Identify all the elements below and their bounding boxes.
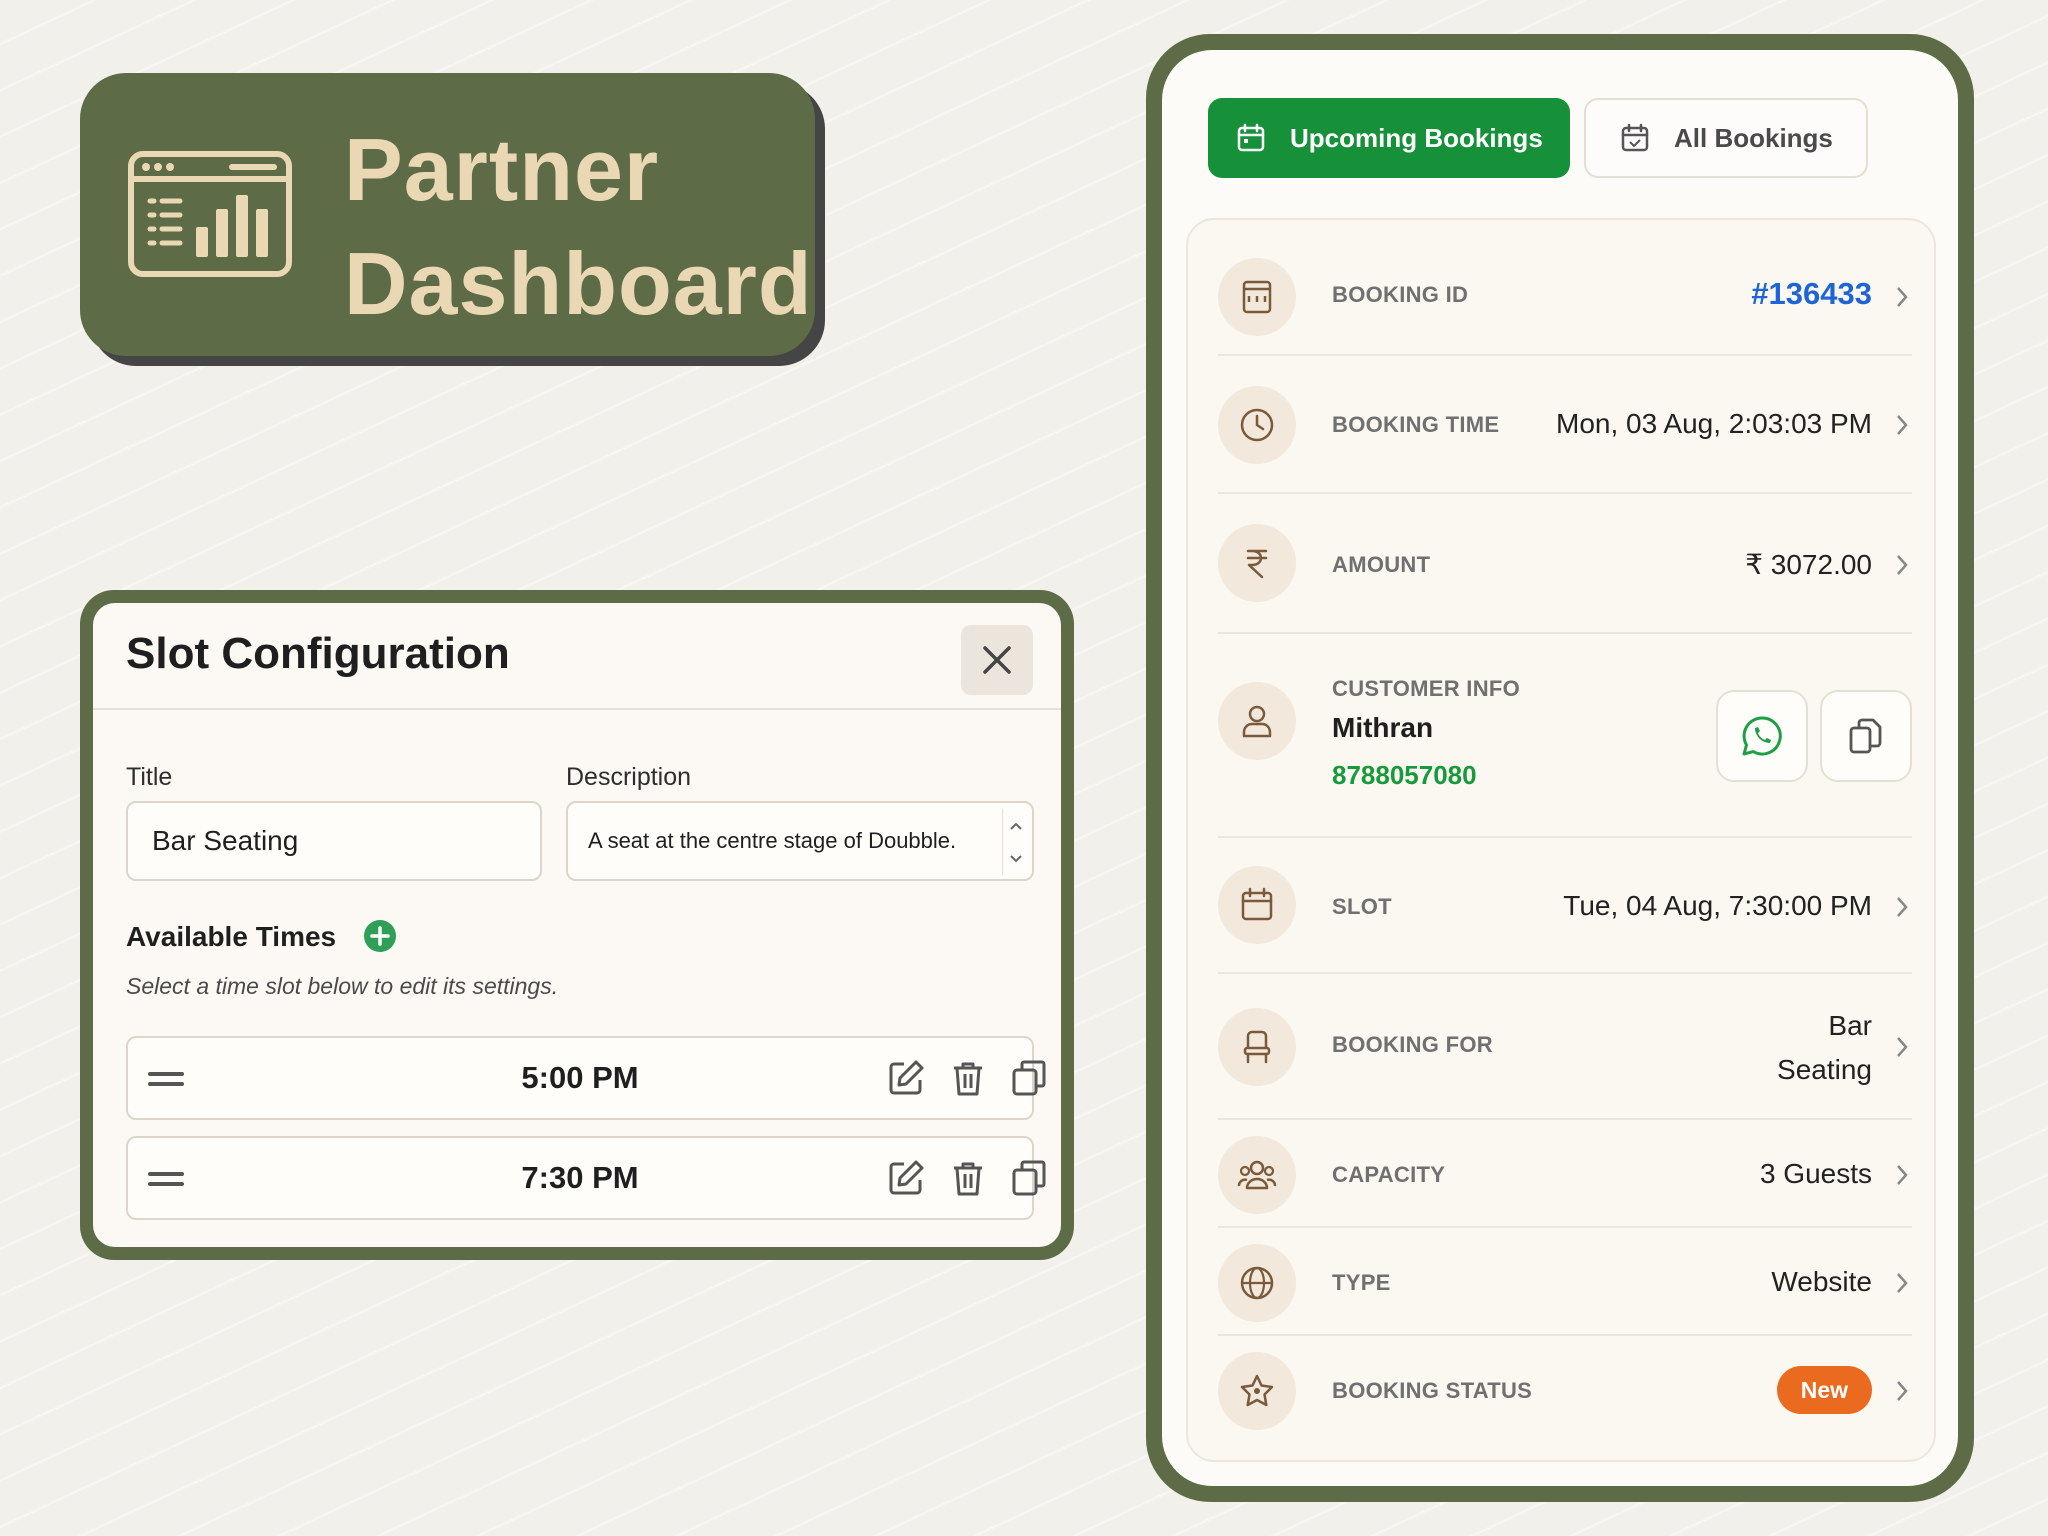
close-icon — [983, 646, 1011, 674]
textarea-scroll-arrows[interactable] — [1002, 809, 1028, 875]
add-time-button[interactable] — [363, 919, 397, 953]
clock-icon — [1218, 386, 1296, 464]
delete-icon[interactable] — [948, 1058, 988, 1098]
available-times-hint: Select a time slot below to edit its set… — [126, 973, 559, 999]
title-input-value: Bar Seating — [152, 825, 299, 856]
dialog-title: Slot Configuration — [126, 629, 510, 678]
chevron-right-icon — [1897, 1273, 1908, 1293]
dashboard-title-card: Partner Dashboard — [80, 73, 815, 356]
slot-value: Tue, 04 Aug, 7:30:00 PM — [1563, 890, 1872, 921]
dashboard-chart-icon — [128, 151, 292, 277]
tab-all-label: All Bookings — [1674, 122, 1833, 153]
calendar-icon — [1218, 866, 1296, 944]
duplicate-icon[interactable] — [1010, 1158, 1050, 1198]
booking-id-label: BOOKING ID — [1332, 282, 1469, 307]
capacity-row[interactable]: CAPACITY 3 Guests — [1218, 1120, 1912, 1228]
booking-for-value: Bar Seating — [1777, 1004, 1872, 1092]
booking-id-value[interactable]: #136433 — [1751, 276, 1872, 312]
title-line-1: Partner — [344, 120, 660, 219]
customer-phone[interactable]: 8788057080 — [1332, 760, 1477, 791]
booking-detail-card: BOOKING ID #136433 BOOKING TIME Mon, 03 … — [1186, 218, 1936, 1462]
chevron-right-icon — [1897, 1037, 1908, 1057]
chevron-right-icon — [1897, 415, 1908, 435]
star-icon — [1218, 1352, 1296, 1430]
amount-row[interactable]: AMOUNT ₹ 3072.00 — [1218, 494, 1912, 634]
customer-name: Mithran — [1332, 712, 1434, 743]
delete-icon[interactable] — [948, 1158, 988, 1198]
whatsapp-icon — [1742, 716, 1782, 756]
time-slot-row[interactable]: 7:30 PM — [126, 1136, 1046, 1220]
tab-all-bookings[interactable]: All Bookings — [1584, 98, 1868, 178]
booking-time-label: BOOKING TIME — [1332, 412, 1500, 437]
booking-time-value: Mon, 03 Aug, 2:03:03 PM — [1556, 408, 1872, 439]
description-field-label: Description — [566, 763, 692, 791]
booking-time-row[interactable]: BOOKING TIME Mon, 03 Aug, 2:03:03 PM — [1218, 356, 1912, 494]
tab-upcoming-label: Upcoming Bookings — [1290, 122, 1543, 153]
amount-label: AMOUNT — [1332, 552, 1431, 577]
globe-icon — [1218, 1244, 1296, 1322]
copy-icon — [1849, 718, 1882, 754]
user-icon — [1218, 682, 1296, 760]
calendar-icon — [1237, 123, 1265, 152]
slot-configuration-dialog: Slot Configuration Title Description Bar… — [80, 590, 1074, 1260]
customer-info-row: CUSTOMER INFO Mithran 8788057080 — [1218, 634, 1912, 838]
rupee-icon — [1218, 524, 1296, 602]
dialog-header: Slot Configuration — [93, 603, 1061, 710]
type-value: Website — [1771, 1266, 1872, 1297]
slot-row[interactable]: SLOT Tue, 04 Aug, 7:30:00 PM — [1218, 838, 1912, 974]
receipt-icon — [1218, 258, 1296, 336]
title-line-2: Dashboard — [344, 234, 813, 333]
time-slot-row[interactable]: 5:00 PM — [126, 1036, 1046, 1120]
close-button[interactable] — [961, 625, 1033, 695]
status-badge: New — [1776, 1366, 1872, 1414]
guests-icon — [1218, 1136, 1296, 1214]
booking-id-row[interactable]: BOOKING ID #136433 — [1218, 220, 1912, 356]
amount-value: ₹ 3072.00 — [1745, 549, 1872, 580]
chevron-right-icon — [1897, 1165, 1908, 1185]
booking-details-panel: Upcoming Bookings All Bookings BOOKING I… — [1146, 34, 1974, 1502]
capacity-label: CAPACITY — [1332, 1162, 1446, 1187]
chevron-right-icon — [1897, 1381, 1908, 1401]
booking-for-line-2: Seating — [1777, 1054, 1872, 1085]
chevron-right-icon — [1897, 555, 1908, 575]
booking-status-row[interactable]: BOOKING STATUS New — [1218, 1336, 1912, 1446]
page-title: Partner Dashboard — [344, 113, 813, 341]
description-textarea[interactable]: A seat at the centre stage of Doubble. — [566, 801, 1034, 881]
title-input[interactable]: Bar Seating — [126, 801, 542, 881]
chevron-up-icon — [1009, 822, 1022, 830]
calendar-icon — [1621, 123, 1649, 152]
available-times-heading: Available Times — [126, 921, 337, 952]
duplicate-icon[interactable] — [1010, 1058, 1050, 1098]
booking-status-label: BOOKING STATUS — [1332, 1378, 1533, 1403]
type-row[interactable]: TYPE Website — [1218, 1228, 1912, 1336]
chevron-down-icon — [1009, 854, 1022, 862]
chevron-right-icon — [1897, 897, 1908, 917]
edit-icon[interactable] — [886, 1058, 926, 1098]
copy-button[interactable] — [1820, 690, 1912, 782]
type-label: TYPE — [1332, 1270, 1391, 1295]
edit-icon[interactable] — [886, 1158, 926, 1198]
booking-for-row[interactable]: BOOKING FOR Bar Seating — [1218, 974, 1912, 1120]
customer-info-label: CUSTOMER INFO — [1332, 676, 1521, 701]
booking-for-line-1: Bar — [1828, 1010, 1872, 1041]
capacity-value: 3 Guests — [1759, 1158, 1872, 1189]
booking-for-label: BOOKING FOR — [1332, 1032, 1493, 1057]
chair-icon — [1218, 1008, 1296, 1086]
title-field-label: Title — [126, 763, 173, 791]
tab-upcoming-bookings[interactable]: Upcoming Bookings — [1208, 98, 1570, 178]
description-input-value: A seat at the centre stage of Doubble. — [588, 828, 957, 853]
chevron-right-icon — [1897, 287, 1908, 307]
whatsapp-button[interactable] — [1716, 690, 1808, 782]
slot-label: SLOT — [1332, 894, 1392, 919]
